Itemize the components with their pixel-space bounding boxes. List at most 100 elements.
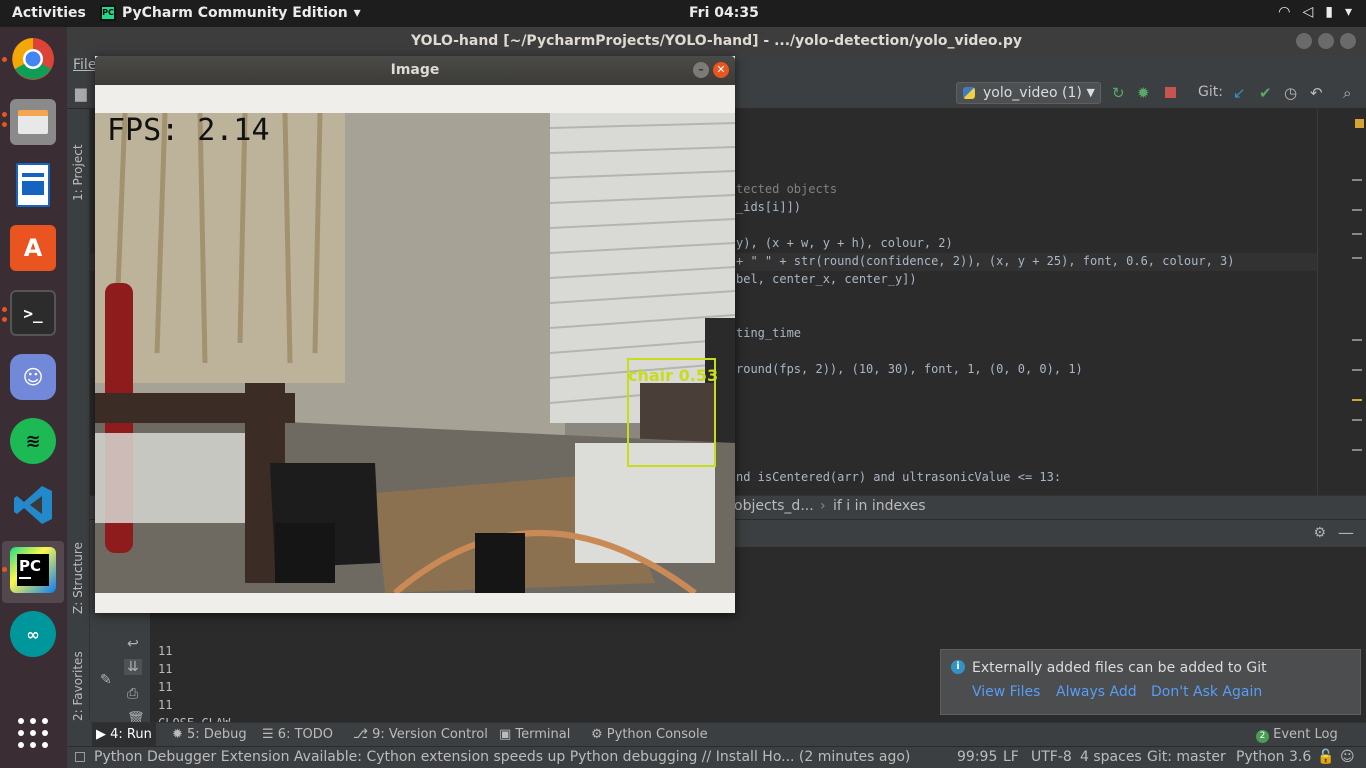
soft-wrap-icon[interactable]: ↩ bbox=[127, 636, 139, 652]
tab-todo[interactable]: ☰ 6: TODO bbox=[262, 727, 333, 742]
running-indicator bbox=[2, 307, 7, 312]
camera-frame-image bbox=[95, 113, 735, 593]
revert-icon[interactable]: ↶ bbox=[1310, 84, 1323, 102]
rerun-icon[interactable]: ↻ bbox=[1112, 84, 1125, 102]
stripe-mark bbox=[1352, 419, 1362, 421]
hide-icon[interactable]: — bbox=[1338, 523, 1354, 542]
stop-icon[interactable] bbox=[1165, 87, 1176, 98]
run-config-label: yolo_video (1) bbox=[983, 85, 1082, 101]
tab-project[interactable]: 1: Project bbox=[71, 144, 85, 201]
tab-event-log-label: Event Log bbox=[1273, 727, 1338, 742]
menu-file[interactable]: File bbox=[73, 57, 96, 73]
image-window-titlebar[interactable]: Image – ✕ bbox=[95, 56, 735, 85]
line-separator[interactable]: LF bbox=[1003, 749, 1019, 765]
git-commit-icon[interactable]: ✔ bbox=[1259, 84, 1272, 102]
console-line: 11 bbox=[158, 680, 173, 694]
code-line: tected objects bbox=[736, 182, 838, 196]
chevron-down-icon: ▾ bbox=[1344, 4, 1352, 20]
pycharm-small-icon: PC bbox=[100, 5, 116, 21]
folder-icon[interactable]: ▆ bbox=[75, 84, 87, 102]
window-title: YOLO-hand [~/PycharmProjects/YOLO-hand] … bbox=[410, 33, 1023, 49]
search-icon[interactable]: ⌕ bbox=[1343, 84, 1351, 102]
activities-button[interactable]: Activities bbox=[12, 5, 86, 21]
vscode-icon[interactable] bbox=[10, 482, 56, 528]
tab-run[interactable]: ▶ 4: Run bbox=[92, 723, 156, 747]
dock: A >_ ☺ ≋ PC ∞ bbox=[0, 27, 67, 768]
tab-debug[interactable]: ✹ 5: Debug bbox=[172, 727, 247, 742]
top-bar: Activities PC PyCharm Community Edition … bbox=[0, 0, 1366, 27]
maximize-button[interactable] bbox=[1318, 33, 1334, 49]
system-tray[interactable]: ◠ ◁ ▮ ▾ bbox=[1278, 4, 1352, 20]
run-config-select[interactable]: yolo_video (1) ▼ bbox=[956, 82, 1101, 104]
history-icon[interactable]: ◷ bbox=[1284, 84, 1297, 102]
git-notification[interactable]: i Externally added files can be added to… bbox=[940, 649, 1361, 715]
stripe-mark bbox=[1352, 257, 1362, 259]
app-menu[interactable]: PC PyCharm Community Edition ▾ bbox=[100, 5, 361, 21]
debug-bug-icon[interactable]: ✹ bbox=[1137, 84, 1150, 102]
git-update-icon[interactable]: ↙ bbox=[1233, 84, 1246, 102]
stripe-mark bbox=[1352, 209, 1362, 211]
view-files-link[interactable]: View Files bbox=[972, 684, 1040, 700]
minimize-button[interactable] bbox=[1296, 33, 1312, 49]
console-line: 11 bbox=[158, 698, 173, 712]
stripe-mark bbox=[1352, 339, 1362, 341]
always-add-link[interactable]: Always Add bbox=[1056, 684, 1137, 700]
clock[interactable]: Fri 04:35 bbox=[689, 5, 759, 21]
running-indicator bbox=[2, 57, 7, 62]
status-message[interactable]: Python Debugger Extension Available: Cyt… bbox=[94, 749, 910, 765]
show-apps-icon[interactable] bbox=[10, 710, 56, 756]
tab-python-console[interactable]: ⚙ Python Console bbox=[591, 727, 708, 742]
stripe-mark bbox=[1352, 179, 1362, 181]
image-window: Image – ✕ FPS: 2.14 chair 0.53 bbox=[95, 56, 735, 613]
gear-icon[interactable]: ⚙ bbox=[1313, 525, 1326, 541]
tab-terminal[interactable]: ▣ Terminal bbox=[499, 727, 570, 742]
files-icon[interactable] bbox=[10, 99, 56, 145]
scroll-to-end-icon[interactable]: ⇊ bbox=[124, 659, 142, 675]
running-indicator bbox=[2, 112, 7, 117]
stripe-mark bbox=[1352, 233, 1362, 235]
lock-icon[interactable]: 🔓 bbox=[1317, 749, 1334, 765]
tab-event-log[interactable]: 2 Event Log bbox=[1256, 727, 1338, 743]
event-count-badge: 2 bbox=[1256, 730, 1269, 743]
tab-favorites[interactable]: 2: Favorites bbox=[71, 651, 85, 721]
print-icon[interactable]: ⎙ bbox=[127, 686, 138, 702]
spotify-icon[interactable]: ≋ bbox=[10, 418, 56, 464]
close-button[interactable] bbox=[1340, 33, 1356, 49]
breadcrumb-item[interactable]: objects_d... bbox=[734, 498, 814, 514]
left-tool-stripe: 1: Project Z: Structure 2: Favorites bbox=[67, 109, 90, 721]
running-indicator bbox=[2, 567, 7, 572]
caret-position[interactable]: 99:95 bbox=[957, 749, 997, 765]
software-icon[interactable]: A bbox=[10, 225, 56, 271]
writer-icon[interactable] bbox=[10, 162, 56, 208]
detection-label: chair 0.53 bbox=[628, 366, 719, 385]
arduino-icon[interactable]: ∞ bbox=[10, 611, 56, 657]
dont-ask-again-link[interactable]: Don't Ask Again bbox=[1151, 684, 1262, 700]
tool-window-toggle-icon[interactable] bbox=[75, 752, 85, 762]
desktop: Activities PC PyCharm Community Edition … bbox=[0, 0, 1366, 768]
volume-icon: ◁ bbox=[1302, 4, 1314, 20]
code-line: ting_time bbox=[736, 326, 802, 340]
breadcrumb-separator: › bbox=[820, 498, 826, 514]
pin-icon[interactable]: ✎ bbox=[100, 672, 112, 688]
tab-version-control[interactable]: ⎇ 9: Version Control bbox=[353, 727, 488, 742]
indent-setting[interactable]: 4 spaces bbox=[1080, 749, 1142, 765]
breadcrumb-item[interactable]: if i in indexes bbox=[833, 498, 926, 514]
pycharm-icon[interactable]: PC bbox=[10, 547, 56, 593]
git-branch[interactable]: Git: master bbox=[1147, 749, 1226, 765]
terminal-icon[interactable]: >_ bbox=[10, 290, 56, 336]
file-encoding[interactable]: UTF-8 bbox=[1031, 749, 1072, 765]
close-button[interactable]: ✕ bbox=[713, 62, 729, 78]
face-icon[interactable]: ☺ bbox=[1340, 749, 1355, 765]
chrome-icon[interactable] bbox=[10, 36, 56, 82]
discord-icon[interactable]: ☺ bbox=[10, 354, 56, 400]
code-line: bel, center_x, center_y]) bbox=[736, 272, 917, 286]
console-line: 11 bbox=[158, 662, 173, 676]
minimize-button[interactable]: – bbox=[693, 62, 709, 78]
interpreter[interactable]: Python 3.6 bbox=[1236, 749, 1311, 765]
chevron-down-icon: ▾ bbox=[353, 5, 361, 21]
code-line: + " " + str(round(confidence, 2)), (x, y… bbox=[736, 254, 1235, 268]
tab-structure[interactable]: Z: Structure bbox=[71, 542, 85, 614]
window-titlebar[interactable]: YOLO-hand [~/PycharmProjects/YOLO-hand] … bbox=[67, 27, 1366, 55]
warning-indicator-icon[interactable] bbox=[1355, 119, 1364, 128]
app-menu-label: PyCharm Community Edition bbox=[122, 5, 348, 21]
